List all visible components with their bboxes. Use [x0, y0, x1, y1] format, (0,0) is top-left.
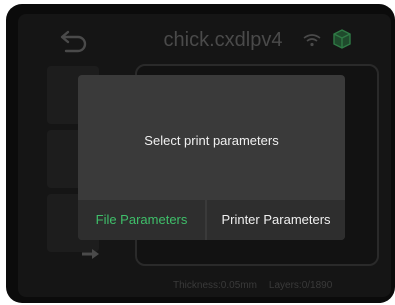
file-title: chick.cxdlpv4 [163, 29, 283, 51]
box-icon [333, 29, 351, 49]
select-parameters-dialog: Select print parameters File Parameters … [78, 75, 345, 240]
printer-parameters-button[interactable]: Printer Parameters [207, 200, 345, 240]
layers-label: Layers:0/1890 [268, 280, 333, 291]
return-arrow-icon[interactable] [58, 28, 92, 54]
file-parameters-button[interactable]: File Parameters [78, 200, 205, 240]
thickness-label: Thickness:0.05mm [173, 280, 257, 291]
wifi-icon [303, 34, 321, 47]
arrow-right-icon [82, 249, 99, 259]
print-status: Thickness:0.05mm Layers:0/1890 [173, 278, 373, 294]
dialog-message: Select print parameters [144, 133, 279, 148]
